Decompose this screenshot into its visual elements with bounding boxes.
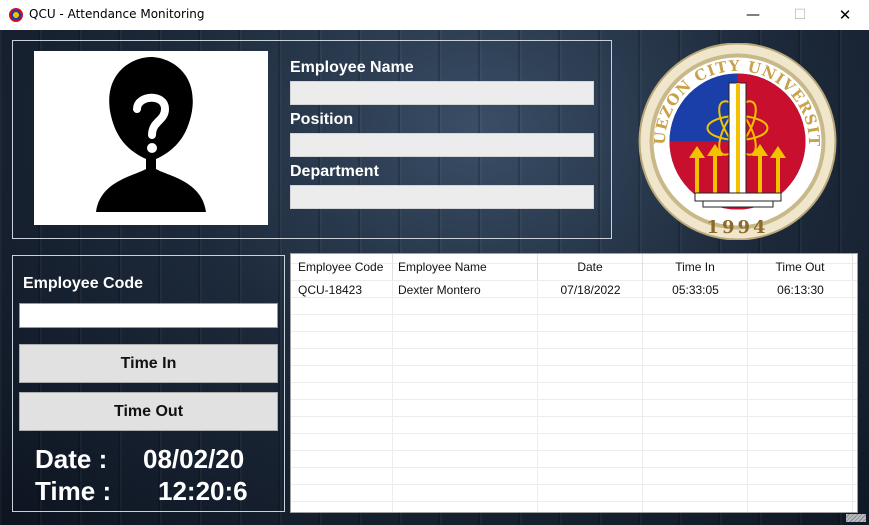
cell-date: 07/18/2022 [560, 282, 621, 297]
close-button[interactable]: ✕ [822, 0, 868, 30]
date-value: 08/02/20 [143, 444, 245, 474]
attendance-records-table[interactable]: Employee Code Employee Name Date Time In… [290, 253, 858, 513]
unknown-person-icon [96, 57, 206, 212]
column-header-time-in[interactable]: Time In [643, 254, 748, 280]
column-header-date[interactable]: Date [538, 254, 643, 280]
attendance-panel: Employee Code Time In Time Out Date : 08… [12, 255, 285, 512]
employee-code-label: Employee Code [23, 275, 144, 292]
employee-name-field [290, 81, 594, 105]
employee-code-input[interactable] [19, 303, 278, 328]
resize-grip[interactable] [846, 514, 866, 522]
time-in-button[interactable]: Time In [19, 344, 278, 383]
column-header-employee-name[interactable]: Employee Name [393, 254, 538, 280]
maximize-button[interactable]: ☐ [777, 0, 823, 30]
university-seal-logo: QUEZON CITY UNIVERSITY 1994 [637, 43, 837, 240]
cell-employee-code: QCU-18423 [298, 282, 363, 297]
time-value: 12:20:6 [158, 476, 248, 506]
main-form: Employee Name Position Department UEZON … [0, 30, 869, 525]
seal-year-text: 1994 [706, 217, 768, 238]
app-logo-icon [9, 8, 23, 22]
minimize-button[interactable]: — [730, 0, 776, 30]
window-title: QCU - Attendance Monitoring [29, 7, 205, 21]
time-label: Time : [35, 476, 112, 506]
column-header-time-out[interactable]: Time Out [748, 254, 853, 280]
position-field [290, 133, 594, 157]
department-field [290, 185, 594, 209]
employee-info-panel: Employee Name Position Department [12, 40, 612, 239]
title-bar: QCU - Attendance Monitoring — ☐ ✕ [0, 0, 869, 30]
employee-photo [34, 51, 268, 225]
cell-employee-name: Dexter Montero [398, 282, 481, 297]
department-label: Department [290, 163, 379, 180]
cell-time-in: 05:33:05 [672, 282, 719, 297]
employee-name-label: Employee Name [290, 59, 414, 76]
cell-time-out: 06:13:30 [777, 282, 824, 297]
date-label: Date : [35, 444, 108, 474]
time-out-button[interactable]: Time Out [19, 392, 278, 431]
position-label: Position [290, 111, 354, 128]
column-header-employee-code[interactable]: Employee Code [291, 254, 393, 280]
